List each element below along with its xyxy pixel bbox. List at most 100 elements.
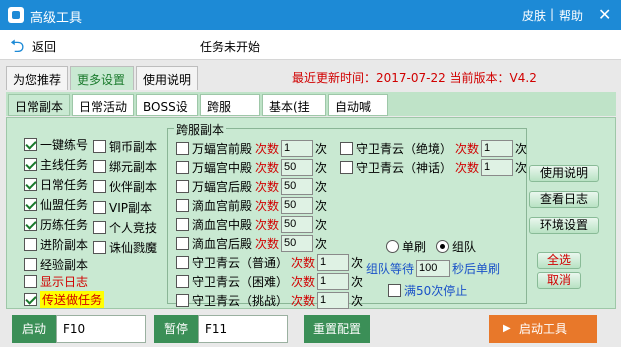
- tab-recommend[interactable]: 为您推荐: [6, 66, 68, 90]
- count-input[interactable]: [317, 291, 350, 309]
- checkbox[interactable]: [24, 237, 37, 251]
- chk-bound-dungeon[interactable]: 绑元副本: [93, 157, 157, 175]
- chk-main-quest[interactable]: 主线任务: [24, 155, 88, 173]
- checkbox[interactable]: [176, 141, 189, 155]
- reset-config-button[interactable]: 重置配置: [304, 315, 370, 343]
- tab-auto-shout[interactable]: 自动喊话: [328, 94, 388, 131]
- help-link[interactable]: 帮助: [559, 7, 583, 24]
- instructions-button[interactable]: 使用说明: [529, 165, 599, 182]
- tab-daily-activity[interactable]: 日常活动: [72, 94, 134, 116]
- checkbox[interactable]: [24, 274, 37, 288]
- play-icon: ▶: [503, 323, 511, 334]
- chk-daily-quest[interactable]: 日常任务: [24, 175, 88, 193]
- chk-one-key[interactable]: 一键练号: [24, 135, 88, 153]
- checkbox[interactable]: [93, 159, 106, 173]
- checkbox[interactable]: [176, 198, 189, 212]
- pause-hotkey-input[interactable]: F11: [198, 315, 288, 343]
- back-arrow-icon[interactable]: ⮌: [10, 34, 24, 64]
- checkbox[interactable]: [93, 200, 106, 214]
- cross-server-group: 跨服副本 万蝠宫前殿次数次 万蝠宫中殿次数次 万蝠宫后殿次数次 滴血宫前殿次数次…: [167, 121, 527, 309]
- chk-partner-dungeon[interactable]: 伙伴副本: [93, 177, 157, 195]
- task-status: 任务未开始: [200, 40, 261, 54]
- select-all-button[interactable]: 全选: [537, 252, 581, 269]
- version-info: 最近更新时间：2017-07-22 当前版本：V4.2: [292, 71, 537, 85]
- pause-button[interactable]: 暂停: [154, 315, 198, 343]
- checkbox[interactable]: [24, 177, 37, 191]
- wait-seconds-input[interactable]: [416, 259, 451, 277]
- radio-single[interactable]: 单刷: [386, 237, 426, 255]
- count-input[interactable]: [317, 272, 350, 290]
- group-title: 跨服副本: [174, 121, 227, 138]
- tab-cross-boss[interactable]: 跨服BOSS: [200, 94, 260, 129]
- checkbox[interactable]: [24, 292, 37, 306]
- checkbox[interactable]: [176, 255, 189, 269]
- checkbox[interactable]: [340, 141, 353, 155]
- checkbox[interactable]: [176, 160, 189, 174]
- chk-trial-quest[interactable]: 历练任务: [24, 215, 88, 233]
- chk-copper-dungeon[interactable]: 铜币副本: [93, 137, 157, 155]
- checkbox[interactable]: [93, 240, 106, 254]
- cross-dungeon-row: 万蝠宫前殿次数次: [176, 139, 327, 157]
- count-input[interactable]: [481, 139, 514, 157]
- back-button[interactable]: 返回: [32, 38, 56, 55]
- checkbox[interactable]: [24, 157, 37, 171]
- checkbox[interactable]: [176, 179, 189, 193]
- view-log-button[interactable]: 查看日志: [529, 191, 599, 208]
- tab-instructions[interactable]: 使用说明: [136, 66, 198, 90]
- chk-advance-dungeon[interactable]: 进阶副本: [24, 235, 88, 253]
- chk-exp-dungeon[interactable]: 经验副本: [24, 255, 88, 273]
- checkbox[interactable]: [340, 160, 353, 174]
- team-wait-row: 组队等待秒后单刷: [366, 259, 500, 277]
- checkbox[interactable]: [24, 137, 37, 151]
- cross-dungeon-row: 滴血宫前殿次数次: [176, 196, 327, 214]
- checkbox[interactable]: [93, 220, 106, 234]
- count-input[interactable]: [281, 177, 314, 195]
- cross-dungeon-row: 滴血宫中殿次数次: [176, 215, 327, 233]
- radio-button[interactable]: [386, 239, 399, 253]
- chk-guild-quest[interactable]: 仙盟任务: [24, 195, 88, 213]
- chk-personal-arena[interactable]: 个人竞技: [93, 218, 157, 236]
- checkbox[interactable]: [93, 179, 106, 193]
- chk-show-log[interactable]: 显示日志: [24, 272, 88, 290]
- cross-dungeon-row: 万蝠宫中殿次数次: [176, 158, 327, 176]
- tab-boss-settings[interactable]: BOSS设置: [136, 94, 198, 131]
- chk-stop-50[interactable]: 满50次停止: [388, 281, 467, 299]
- count-input[interactable]: [281, 158, 314, 176]
- chk-zhuxian-demon[interactable]: 诛仙戮魔: [93, 238, 157, 256]
- checkbox[interactable]: [176, 293, 189, 307]
- count-input[interactable]: [281, 139, 314, 157]
- checkbox[interactable]: [24, 257, 37, 271]
- checkbox[interactable]: [24, 217, 37, 231]
- title-bar: 高级工具 皮肤 | 帮助 ✕: [0, 0, 621, 30]
- checkbox[interactable]: [176, 217, 189, 231]
- checkbox[interactable]: [176, 236, 189, 250]
- tab-basic-afk[interactable]: 基本(挂机): [262, 94, 326, 131]
- count-input[interactable]: [281, 215, 314, 233]
- start-button[interactable]: 启动: [12, 315, 56, 343]
- launch-tool-button[interactable]: ▶ 启动工具: [489, 315, 597, 343]
- checkbox[interactable]: [93, 139, 106, 153]
- cancel-button[interactable]: 取消: [537, 272, 581, 289]
- tab-daily-dungeon[interactable]: 日常副本: [8, 94, 70, 116]
- chk-vip-dungeon[interactable]: VIP副本: [93, 198, 152, 216]
- close-icon[interactable]: ✕: [598, 5, 611, 24]
- cross-dungeon-row: 滴血宫后殿次数次: [176, 234, 327, 252]
- sub-tabs: 日常副本 日常活动 BOSS设置 跨服BOSS 基本(挂机) 自动喊话: [6, 92, 616, 131]
- count-input[interactable]: [481, 158, 514, 176]
- radio-team[interactable]: 组队: [436, 237, 476, 255]
- tab-more-settings[interactable]: 更多设置: [70, 66, 134, 90]
- count-input[interactable]: [317, 253, 350, 271]
- chk-teleport-quest[interactable]: 传送做任务: [24, 290, 105, 308]
- checkbox[interactable]: [24, 197, 37, 211]
- skin-link[interactable]: 皮肤: [522, 7, 546, 24]
- checkbox[interactable]: [388, 283, 401, 297]
- radio-button[interactable]: [436, 239, 449, 253]
- cross-dungeon-row: 守卫青云（神话）次数次: [340, 158, 527, 176]
- checkbox[interactable]: [176, 274, 189, 288]
- window-title: 高级工具: [30, 11, 83, 26]
- cross-dungeon-row: 守卫青云（困难）次数次: [176, 272, 363, 290]
- env-settings-button[interactable]: 环境设置: [529, 217, 599, 234]
- count-input[interactable]: [281, 196, 314, 214]
- start-hotkey-input[interactable]: F10: [56, 315, 146, 343]
- count-input[interactable]: [281, 234, 314, 252]
